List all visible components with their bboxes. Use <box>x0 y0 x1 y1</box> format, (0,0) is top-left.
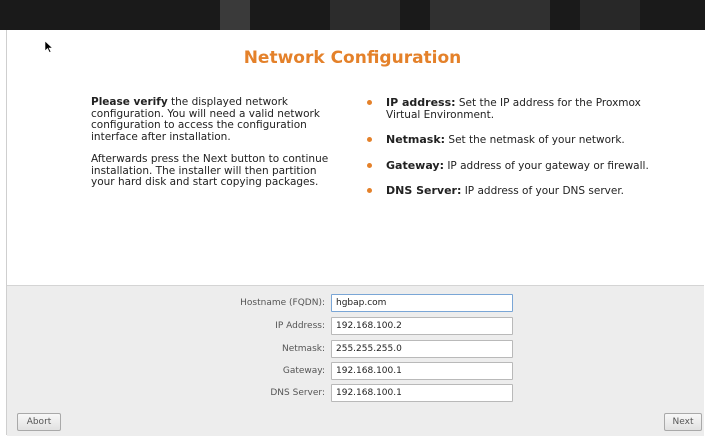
banner-texture <box>220 0 250 30</box>
header-banner <box>0 0 705 30</box>
help-list: IP address: Set the IP address for the P… <box>364 97 654 211</box>
gateway-input[interactable] <box>331 362 513 380</box>
form-row-gateway: Gateway: <box>7 362 704 380</box>
gateway-label: Gateway: <box>282 366 325 376</box>
dns-server-label: DNS Server: <box>270 388 325 398</box>
banner-texture <box>580 0 640 30</box>
form-row-dns: DNS Server: <box>7 384 704 402</box>
instruction-paragraph: Please verify the displayed network conf… <box>91 96 343 143</box>
bullet-icon <box>367 100 372 105</box>
bullet-icon <box>367 162 372 168</box>
help-term: Gateway: <box>386 158 444 172</box>
help-item-ip: IP address: Set the IP address for the P… <box>364 97 654 121</box>
hostname-label: Hostname (FQDN): <box>240 298 325 308</box>
help-item-dns: DNS Server: IP address of your DNS serve… <box>364 185 654 198</box>
help-term: IP address: <box>386 96 456 109</box>
instruction-emphasis: Please verify <box>91 96 168 108</box>
help-term: DNS Server: <box>386 184 462 197</box>
bullet-icon <box>367 137 372 142</box>
dns-server-input[interactable] <box>331 384 513 402</box>
bullet-icon <box>367 188 372 193</box>
banner-texture <box>430 0 550 30</box>
help-desc: IP address of your DNS server. <box>461 185 625 197</box>
form-row-hostname: Hostname (FQDN): <box>7 294 704 312</box>
instructions: Please verify the displayed network conf… <box>91 96 343 200</box>
netmask-input[interactable] <box>331 340 513 358</box>
banner-texture <box>330 0 400 30</box>
abort-button[interactable]: Abort <box>17 413 61 431</box>
instruction-paragraph: Afterwards press the Next button to cont… <box>91 153 329 188</box>
form-row-ip: IP Address: <box>7 317 704 335</box>
netmask-label: Netmask: <box>281 344 325 354</box>
help-term: Netmask: <box>386 133 446 146</box>
hostname-input[interactable] <box>331 294 513 312</box>
ip-address-input[interactable] <box>331 317 513 335</box>
help-item-netmask: Netmask: Set the netmask of your network… <box>364 134 654 147</box>
help-desc: IP address of your gateway or firewall. <box>444 159 649 172</box>
next-button[interactable]: Next <box>664 413 702 431</box>
page-title: Network Configuration <box>243 48 462 68</box>
help-item-gateway: Gateway: IP address of your gateway or f… <box>364 158 654 173</box>
form-row-netmask: Netmask: <box>7 340 704 358</box>
help-desc: Set the netmask of your network. <box>445 134 625 146</box>
network-form: Hostname (FQDN): IP Address: Netmask: Ga… <box>7 285 704 436</box>
ip-address-label: IP Address: <box>275 321 325 331</box>
